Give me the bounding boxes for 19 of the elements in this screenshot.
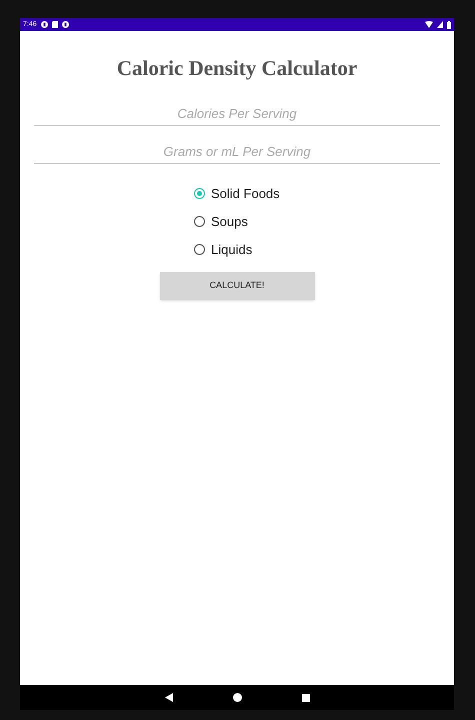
radio-label[interactable]: Soups <box>211 212 248 232</box>
signal-icon <box>437 21 443 28</box>
input-field[interactable]: Grams or mL Per Serving <box>34 140 440 164</box>
sd-card-icon <box>52 21 58 28</box>
home-icon[interactable] <box>232 693 242 702</box>
back-icon[interactable] <box>164 693 172 702</box>
radio-button[interactable] <box>194 216 205 227</box>
app-title: Caloric Density Calculator <box>116 55 358 82</box>
notification-icon <box>62 21 69 28</box>
radio-button[interactable] <box>194 244 205 255</box>
recents-icon[interactable] <box>302 694 310 702</box>
radio-label[interactable]: Liquids <box>211 240 252 260</box>
notification-icon <box>40 21 48 28</box>
wifi-icon <box>425 21 433 28</box>
calculate-button[interactable]: CALCULATE! <box>160 272 314 300</box>
battery-icon <box>447 20 451 28</box>
radio-label[interactable]: Solid Foods <box>211 184 280 204</box>
radio-button[interactable] <box>194 188 205 199</box>
input-field[interactable]: Calories Per Serving <box>34 102 440 126</box>
